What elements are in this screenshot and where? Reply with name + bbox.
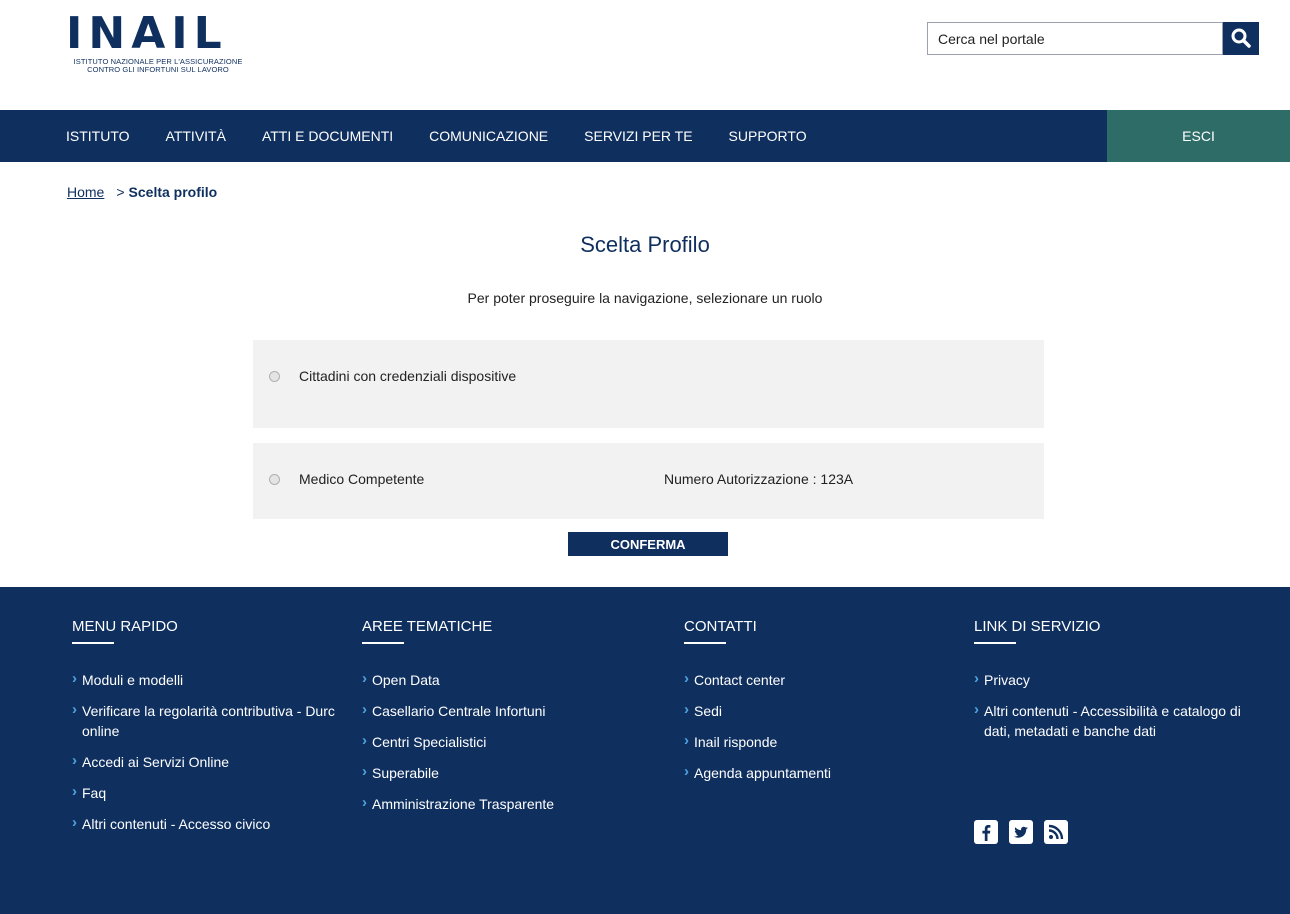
exit-button[interactable]: ESCI [1107, 110, 1290, 162]
logo-subtitle-line-2: CONTRO GLI INFORTUNI SUL LAVORO [87, 65, 229, 74]
footer-column-menu-rapido: Menu rapido Moduli e modelli Verificare … [72, 618, 342, 845]
footer: Menu rapido Moduli e modelli Verificare … [0, 587, 1290, 914]
footer-heading: Aree tematiche [362, 618, 493, 635]
role-option-medico-competente[interactable]: Medico Competente Numero Autorizzazione … [253, 443, 1044, 519]
footer-heading: Menu rapido [72, 618, 178, 635]
footer-link[interactable]: Privacy [974, 669, 1244, 690]
confirm-button[interactable]: CONFERMA [568, 532, 728, 556]
footer-link[interactable]: Superabile [362, 762, 662, 783]
footer-link-list: Open Data Casellario Centrale Infortuni … [362, 669, 662, 814]
nav-item-istituto[interactable]: Istituto [66, 128, 130, 144]
main-navigation: Istituto Attività Atti e documenti Comun… [0, 110, 1290, 162]
footer-link[interactable]: Amministrazione Trasparente [362, 793, 662, 814]
role-label-cittadini: Cittadini con credenziali dispositive [299, 368, 517, 384]
breadcrumb-home-link[interactable]: Home [67, 184, 104, 200]
search-bar [927, 22, 1259, 55]
page-title: Scelta Profilo [580, 232, 710, 257]
footer-heading: Link di servizio [974, 618, 1101, 635]
page-subtitle: Per poter proseguire la navigazione, sel… [467, 290, 823, 306]
twitter-glyph [1014, 826, 1028, 838]
footer-column-link-di-servizio: Link di servizio Privacy Altri contenuti… [974, 618, 1244, 752]
footer-column-aree-tematiche: Aree tematiche Open Data Casellario Cent… [362, 618, 662, 825]
footer-link[interactable]: Open Data [362, 669, 662, 690]
footer-link[interactable]: Moduli e modelli [72, 669, 342, 690]
footer-link-list: Moduli e modelli Verificare la regolarit… [72, 669, 342, 834]
nav-items: Istituto Attività Atti e documenti Comun… [66, 110, 843, 162]
footer-link-list: Privacy Altri contenuti - Accessibilità … [974, 669, 1244, 741]
nav-item-comunicazione[interactable]: Comunicazione [429, 128, 548, 144]
breadcrumb-separator: > [116, 184, 125, 200]
role-label-medico-competente: Medico Competente [299, 471, 425, 487]
footer-link[interactable]: Faq [72, 782, 342, 803]
footer-link[interactable]: Altri contenuti - Accessibilità e catalo… [974, 700, 1244, 741]
breadcrumb: Home > Scelta profilo [67, 184, 217, 200]
footer-link[interactable]: Sedi [684, 700, 944, 721]
footer-link[interactable]: Casellario Centrale Infortuni [362, 700, 662, 721]
nav-item-atti-e-documenti[interactable]: Atti e documenti [262, 128, 393, 144]
footer-link[interactable]: Verificare la regolarità contributiva - … [72, 700, 342, 741]
authorization-number: Numero Autorizzazione : 123A [664, 471, 854, 487]
header: INAIL ISTITUTO NAZIONALE PER L'ASSICURAZ… [0, 0, 1290, 110]
facebook-icon[interactable] [974, 820, 998, 844]
footer-link[interactable]: Altri contenuti - Accesso civico [72, 813, 342, 834]
logo-subtitle: ISTITUTO NAZIONALE PER L'ASSICURAZIONE C… [66, 58, 250, 74]
rss-glyph [1048, 824, 1064, 840]
role-option-cittadini[interactable]: Cittadini con credenziali dispositive [253, 340, 1044, 428]
footer-link[interactable]: Contact center [684, 669, 944, 690]
footer-link[interactable]: Accedi ai Servizi Online [72, 751, 342, 772]
inail-logo[interactable]: INAIL ISTITUTO NAZIONALE PER L'ASSICURAZ… [66, 12, 256, 76]
footer-link-list: Contact center Sedi Inail risponde Agend… [684, 669, 944, 783]
role-radio-medico-competente[interactable] [269, 474, 280, 485]
nav-item-attivita[interactable]: Attività [166, 128, 226, 144]
footer-heading-rule [684, 642, 726, 644]
role-radio-cittadini[interactable] [269, 371, 280, 382]
search-button[interactable] [1223, 22, 1259, 55]
social-links [974, 820, 1079, 844]
footer-heading-rule [362, 642, 404, 644]
facebook-glyph [982, 825, 991, 841]
footer-link[interactable]: Agenda appuntamenti [684, 762, 944, 783]
breadcrumb-current: Scelta profilo [128, 184, 218, 200]
search-input[interactable] [927, 22, 1223, 55]
nav-item-supporto[interactable]: Supporto [729, 128, 807, 144]
footer-link[interactable]: Centri Specialistici [362, 731, 662, 752]
rss-icon[interactable] [1044, 820, 1068, 844]
footer-link[interactable]: Inail risponde [684, 731, 944, 752]
footer-column-contatti: Contatti Contact center Sedi Inail rispo… [684, 618, 944, 794]
footer-heading-rule [974, 642, 1016, 644]
nav-item-servizi-per-te[interactable]: Servizi per te [584, 128, 692, 144]
footer-heading: Contatti [684, 618, 757, 635]
search-icon [1231, 28, 1251, 48]
footer-heading-rule [72, 642, 114, 644]
logo-word: INAIL [66, 8, 228, 59]
twitter-icon[interactable] [1009, 820, 1033, 844]
